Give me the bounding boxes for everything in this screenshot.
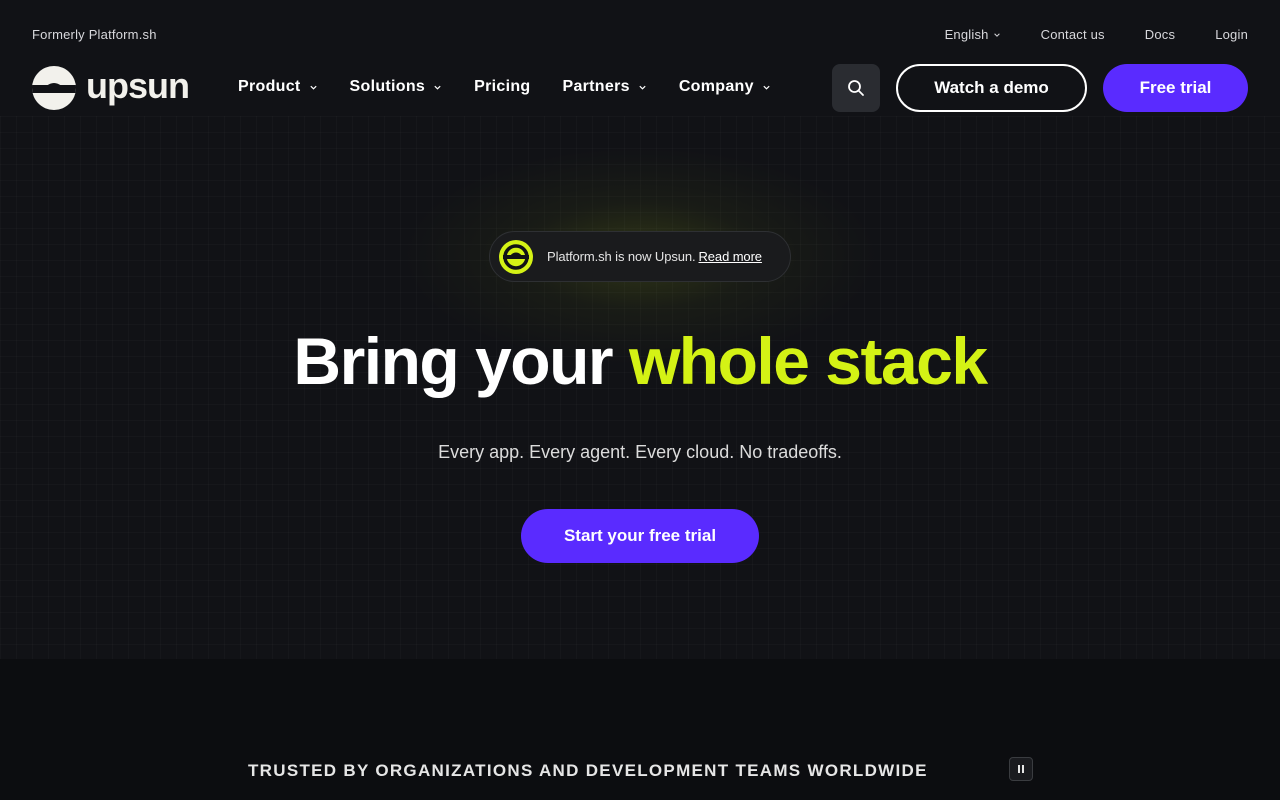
pause-button[interactable] bbox=[1009, 757, 1033, 781]
nav-item-label: Partners bbox=[562, 78, 630, 95]
nav-items: Product Solutions Pricing Partners Compa… bbox=[238, 78, 771, 96]
chevron-down-icon bbox=[309, 85, 317, 90]
upsun-badge-icon bbox=[499, 239, 533, 274]
login-link[interactable]: Login bbox=[1215, 27, 1248, 42]
nav-item-product[interactable]: Product bbox=[238, 78, 318, 96]
trusted-title: TRUSTED BY ORGANIZATIONS AND DEVELOPMENT… bbox=[248, 761, 928, 780]
main-nav: upsun Product Solutions Pricing Partners… bbox=[0, 60, 1280, 116]
upsun-logo-icon bbox=[32, 66, 76, 110]
trusted-section: TRUSTED BY ORGANIZATIONS AND DEVELOPMENT… bbox=[0, 659, 1280, 800]
nav-item-label: Company bbox=[678, 78, 754, 95]
headline-start: Bring your bbox=[293, 324, 613, 398]
contact-link[interactable]: Contact us bbox=[1041, 27, 1105, 42]
chevron-down-icon bbox=[993, 32, 1000, 37]
announcement-message: Platform.sh is now Upsun. bbox=[547, 249, 696, 264]
chevron-down-icon bbox=[639, 85, 646, 90]
logo[interactable]: upsun bbox=[32, 65, 190, 110]
chevron-down-icon bbox=[763, 85, 770, 90]
utility-links: English Contact us Docs Login bbox=[945, 27, 1248, 42]
announcement-text: Platform.sh is now Upsun. Read more bbox=[547, 249, 762, 264]
nav-item-solutions[interactable]: Solutions bbox=[350, 78, 443, 96]
hero-headline: Bring your whole stack bbox=[0, 328, 1280, 394]
nav-item-label: Product bbox=[238, 78, 301, 95]
page: Formerly Platform.sh English Contact us … bbox=[0, 0, 1280, 800]
hero: Platform.sh is now Upsun. Read more Bring… bbox=[0, 116, 1280, 659]
formerly-label: Formerly Platform.sh bbox=[32, 27, 157, 42]
nav-item-label: Solutions bbox=[349, 78, 426, 95]
free-trial-button[interactable]: Free trial bbox=[1103, 64, 1248, 112]
watch-demo-button[interactable]: Watch a demo bbox=[896, 64, 1087, 112]
start-free-trial-button[interactable]: Start your free trial bbox=[521, 509, 759, 563]
headline-accent: whole stack bbox=[628, 324, 988, 398]
language-label: English bbox=[944, 27, 989, 42]
search-icon bbox=[848, 80, 864, 96]
search-button[interactable] bbox=[832, 64, 880, 112]
language-selector[interactable]: English bbox=[945, 27, 1001, 42]
nav-actions: Watch a demo Free trial bbox=[832, 64, 1248, 112]
pause-icon bbox=[1018, 765, 1024, 773]
nav-item-partners[interactable]: Partners bbox=[562, 78, 646, 96]
nav-item-label: Pricing bbox=[474, 78, 531, 95]
logo-wordmark: upsun bbox=[86, 65, 190, 106]
read-more-link[interactable]: Read more bbox=[699, 249, 763, 264]
announcement-pill: Platform.sh is now Upsun. Read more bbox=[489, 231, 791, 282]
hero-subhead: Every app. Every agent. Every cloud. No … bbox=[438, 442, 842, 462]
nav-item-pricing[interactable]: Pricing bbox=[474, 78, 530, 96]
chevron-down-icon bbox=[434, 85, 441, 90]
nav-item-company[interactable]: Company bbox=[679, 78, 771, 96]
docs-link[interactable]: Docs bbox=[1145, 27, 1175, 42]
